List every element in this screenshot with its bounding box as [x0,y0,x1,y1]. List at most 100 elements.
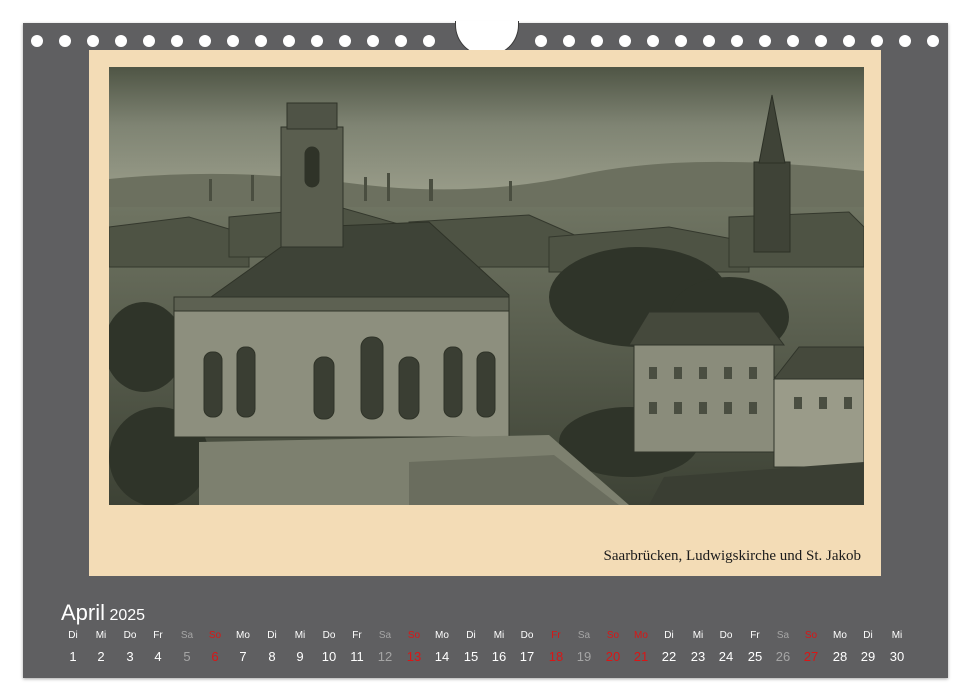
weekday-label: Mo [634,630,648,641]
day-number: 19 [576,649,592,664]
binding-hole [731,35,743,47]
day-cell: Do 3 [116,629,144,666]
day-cell: Mi 23 [684,629,712,666]
binding-hole [703,35,715,47]
weekday-label: Di [664,630,674,641]
weekday-label: So [606,630,620,641]
weekday-label: Sa [776,630,790,641]
day-number: 4 [154,649,162,664]
binding-hole [563,35,575,47]
day-number: 17 [519,649,535,664]
weekday-label: Mi [493,630,505,641]
binding-hole [339,35,351,47]
day-number: 24 [718,649,734,664]
day-cell: Fr 18 [542,629,570,666]
day-cell: Sa 26 [769,629,797,666]
day-cell: Fr 11 [343,629,371,666]
day-cell: Mo 28 [826,629,854,666]
photo-caption: Saarbrücken, Ludwigskirche und St. Jakob [603,548,861,564]
weekday-label: Mi [891,630,903,641]
day-number: 6 [211,649,219,664]
weekday-label: So [407,630,421,641]
weekday-label: Di [68,630,78,641]
day-number: 18 [548,649,564,664]
binding-hole [675,35,687,47]
month-year: 2025 [109,607,146,624]
day-cell: Mi 16 [485,629,513,666]
day-number: 28 [832,649,848,664]
weekday-label: Sa [180,630,194,641]
binding-hole [927,35,939,47]
day-number: 22 [661,649,677,664]
month-title: April 2025 [61,600,145,626]
photo-illustration [109,67,864,505]
weekday-label: Mi [692,630,704,641]
binding-hole [87,35,99,47]
weekday-label: Fr [750,630,760,641]
day-number: 20 [605,649,621,664]
binding-hole [871,35,883,47]
day-cell: Di 1 [59,629,87,666]
day-cell: Sa 5 [173,629,201,666]
day-number: 12 [377,649,393,664]
calendar-page: Saarbrücken, Ludwigskirche und St. Jakob… [23,21,948,678]
weekday-label: Do [123,630,137,641]
binding-hole [647,35,659,47]
day-cell: Do 17 [513,629,541,666]
binding-hole [255,35,267,47]
day-cell: Di 22 [655,629,683,666]
weekday-label: Fr [551,630,561,641]
weekday-label: Sa [577,630,591,641]
weekday-label: Fr [153,630,163,641]
weekday-label: Sa [378,630,392,641]
weekday-label: Di [267,630,277,641]
weekday-label: Fr [352,630,362,641]
day-cell: Do 24 [712,629,740,666]
day-cell: Mi 2 [87,629,115,666]
day-cell: Sa 19 [570,629,598,666]
weekday-label: Do [719,630,733,641]
binding-hole [171,35,183,47]
day-number: 23 [690,649,706,664]
day-number: 10 [321,649,337,664]
binding-hole [31,35,43,47]
day-number: 11 [350,649,364,664]
weekday-label: Mo [236,630,250,641]
day-number: 14 [434,649,450,664]
binding-hole [535,35,547,47]
day-cell: So 13 [400,629,428,666]
weekday-label: So [208,630,222,641]
binding-hole [619,35,631,47]
day-cell: Mo 7 [229,629,257,666]
day-cell: Do 10 [315,629,343,666]
day-number: 2 [97,649,105,664]
day-number: 30 [889,649,905,664]
day-cell: Mo 21 [627,629,655,666]
binding-hole [899,35,911,47]
binding-hole [283,35,295,47]
binding-hole [423,35,435,47]
binding-hole [843,35,855,47]
day-number: 26 [775,649,791,664]
weekday-label: Mi [95,630,107,641]
binding-hole [227,35,239,47]
photo-card: Saarbrücken, Ludwigskirche und St. Jakob [89,50,881,576]
weekday-label: Mo [435,630,449,641]
weekday-label: Do [520,630,534,641]
day-number: 8 [268,649,276,664]
day-cell: Di 8 [258,629,286,666]
weekday-label: Di [863,630,873,641]
day-number: 1 [69,649,77,664]
weekday-label: Mo [833,630,847,641]
day-cell: So 6 [201,629,229,666]
day-number: 27 [803,649,819,664]
day-cell: Fr 4 [144,629,172,666]
weekday-label: Do [322,630,336,641]
binding-hole [367,35,379,47]
binding-hole [115,35,127,47]
day-cell: Mo 14 [428,629,456,666]
binding-hole [395,35,407,47]
historic-photo [109,67,864,505]
weekday-label: Di [466,630,476,641]
day-cell: So 20 [599,629,627,666]
